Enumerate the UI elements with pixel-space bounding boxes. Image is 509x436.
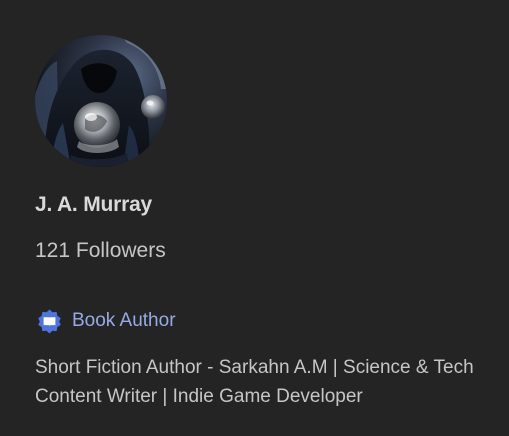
avatar-image [35, 35, 167, 167]
followers-count[interactable]: 121 Followers [35, 239, 166, 263]
book-badge-icon [36, 308, 63, 335]
author-profile-card: J. A. Murray 121 Followers Book Author S… [0, 0, 509, 436]
author-bio: Short Fiction Author - Sarkahn A.M | Sci… [35, 357, 474, 407]
book-author-badge: Book Author [36, 307, 176, 335]
author-avatar[interactable] [35, 35, 167, 167]
author-name[interactable]: J. A. Murray [35, 193, 152, 217]
badge-label: Book Author [72, 310, 176, 331]
